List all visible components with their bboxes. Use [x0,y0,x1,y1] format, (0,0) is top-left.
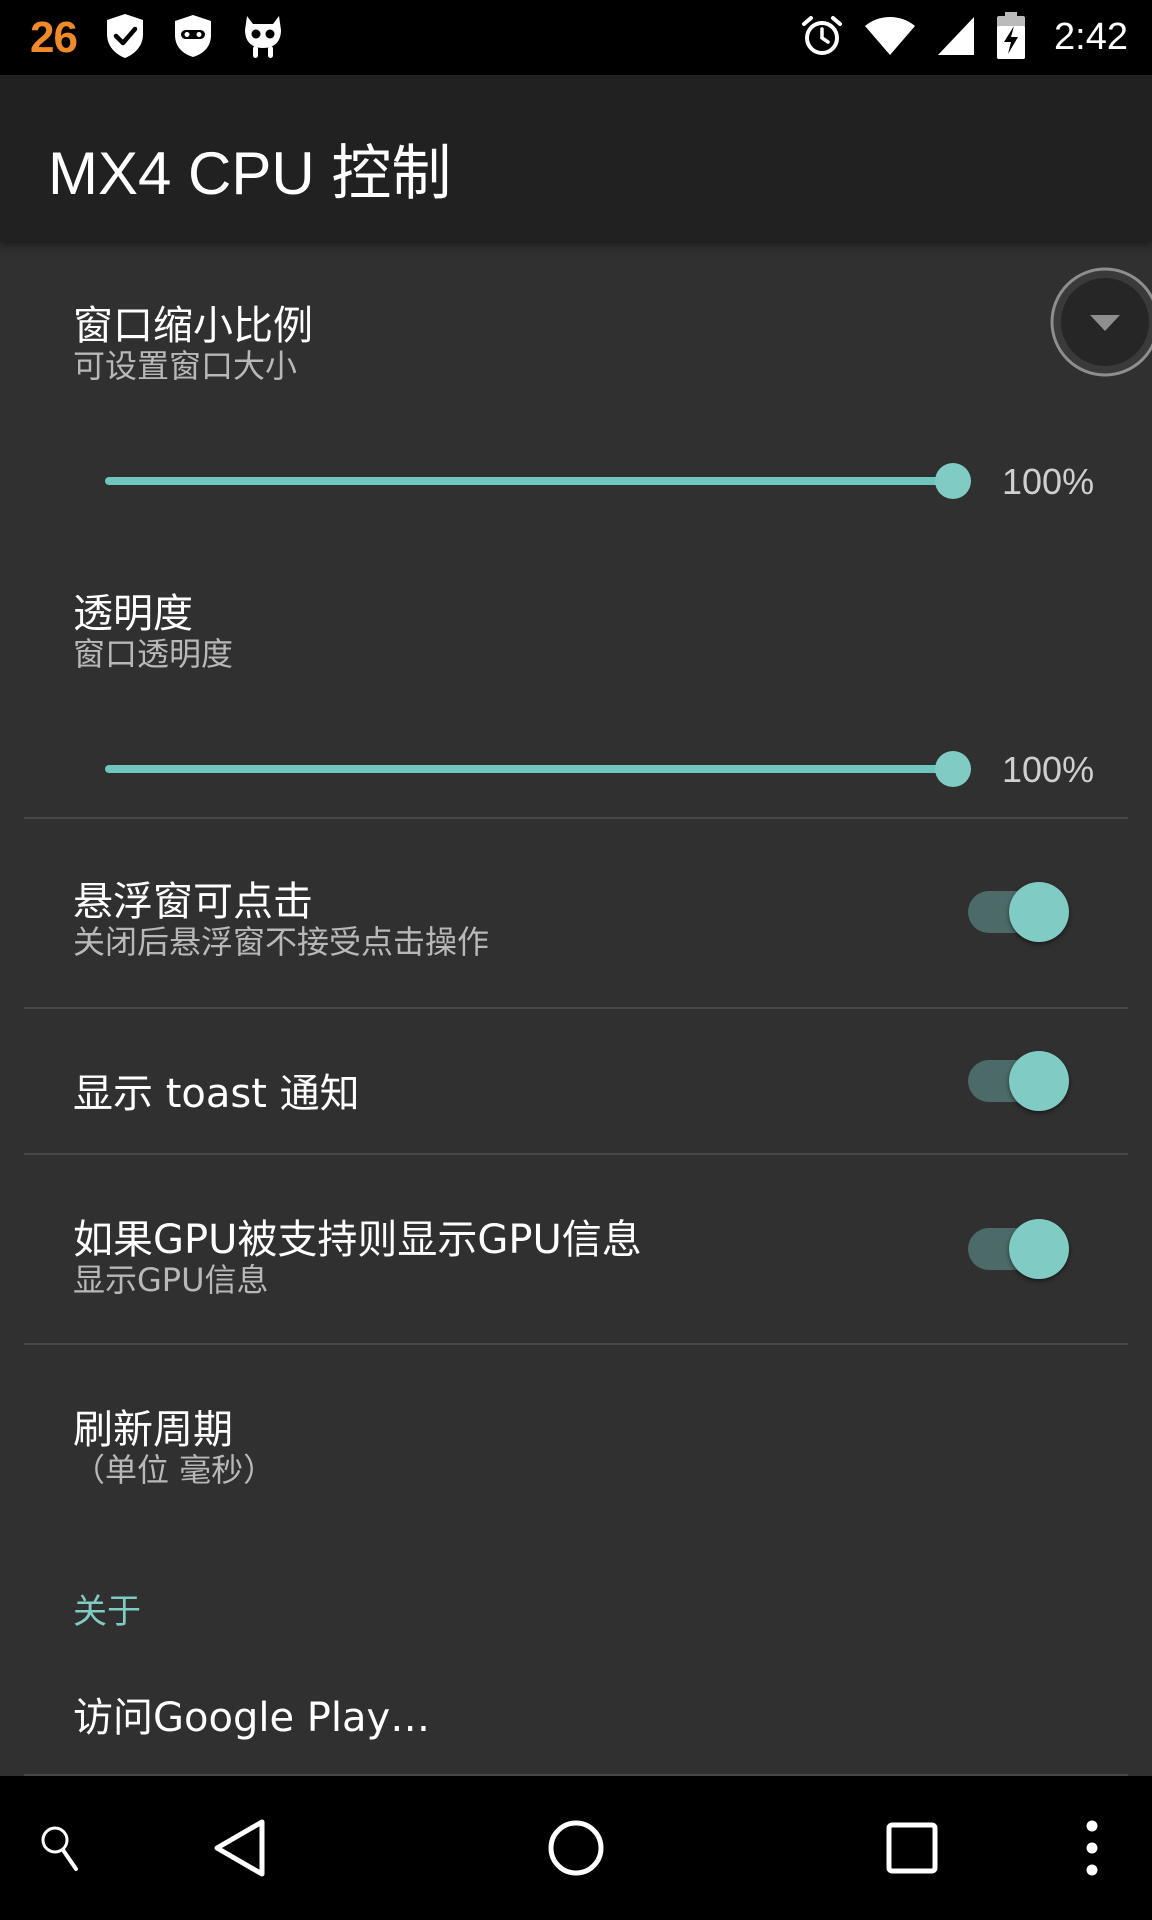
switch-thumb [1009,882,1069,942]
divider [24,817,1128,819]
alarm-icon [800,14,844,62]
recents-icon [886,1822,938,1874]
home-button[interactable] [534,1776,618,1920]
expand-button[interactable] [1050,267,1152,377]
cell-signal-icon [936,15,976,61]
slider-value: 100% [1002,461,1095,502]
section-header-about: 关于 [73,1592,141,1632]
pref-title: 显示 toast 通知 [73,1071,360,1117]
clickable-switch[interactable] [968,882,1072,942]
divider [24,1007,1128,1009]
divider [24,1343,1128,1345]
app-bar: MX4 CPU 控制 [0,75,1152,241]
clock: 2:42 [1054,16,1128,58]
search-icon [41,1826,78,1871]
search-button[interactable] [28,1776,92,1920]
pref-summary: 显示GPU信息 [73,1261,269,1299]
back-button[interactable] [198,1776,282,1920]
notification-count: 26 [30,12,78,62]
slider-track[interactable] [105,477,953,485]
pref-summary: 关闭后悬浮窗不接受点击操作 [73,923,490,961]
slider-value: 100% [1002,749,1095,790]
shield-check-icon [105,12,145,64]
switch-thumb [1009,1219,1069,1279]
slider-track[interactable] [105,765,953,773]
back-icon [214,1819,265,1877]
pref-summary: （单位 毫秒） [73,1451,276,1489]
pref-summary: 窗口透明度 [73,635,234,673]
switch-thumb [1009,1051,1069,1111]
status-bar: 26 2:42 [0,0,1152,75]
battery-charging-icon [996,11,1026,64]
wifi-icon [864,15,916,61]
toast-switch[interactable] [968,1051,1072,1111]
cyanogen-mascot-icon [241,12,285,64]
pref-summary: 可设置窗口大小 [73,347,298,385]
gpu-switch[interactable] [968,1219,1072,1279]
overflow-menu-button[interactable] [1070,1776,1114,1920]
slider-thumb[interactable] [935,751,971,787]
navigation-bar [0,1776,1152,1920]
recents-button[interactable] [870,1776,954,1920]
home-icon [548,1820,604,1876]
overflow-menu-icon [1086,1820,1098,1876]
divider [24,1153,1128,1155]
settings-list: 窗口缩小比例 可设置窗口大小 100% 透明度 窗口透明度 100% 悬浮窗可点… [0,241,1152,1776]
chevron-down-icon [1050,267,1152,377]
page-title: MX4 CPU 控制 [48,140,452,207]
google-play-link[interactable]: 访问Google Play… [73,1685,430,1743]
slider-thumb[interactable] [935,463,971,499]
mask-shield-icon [173,13,213,63]
